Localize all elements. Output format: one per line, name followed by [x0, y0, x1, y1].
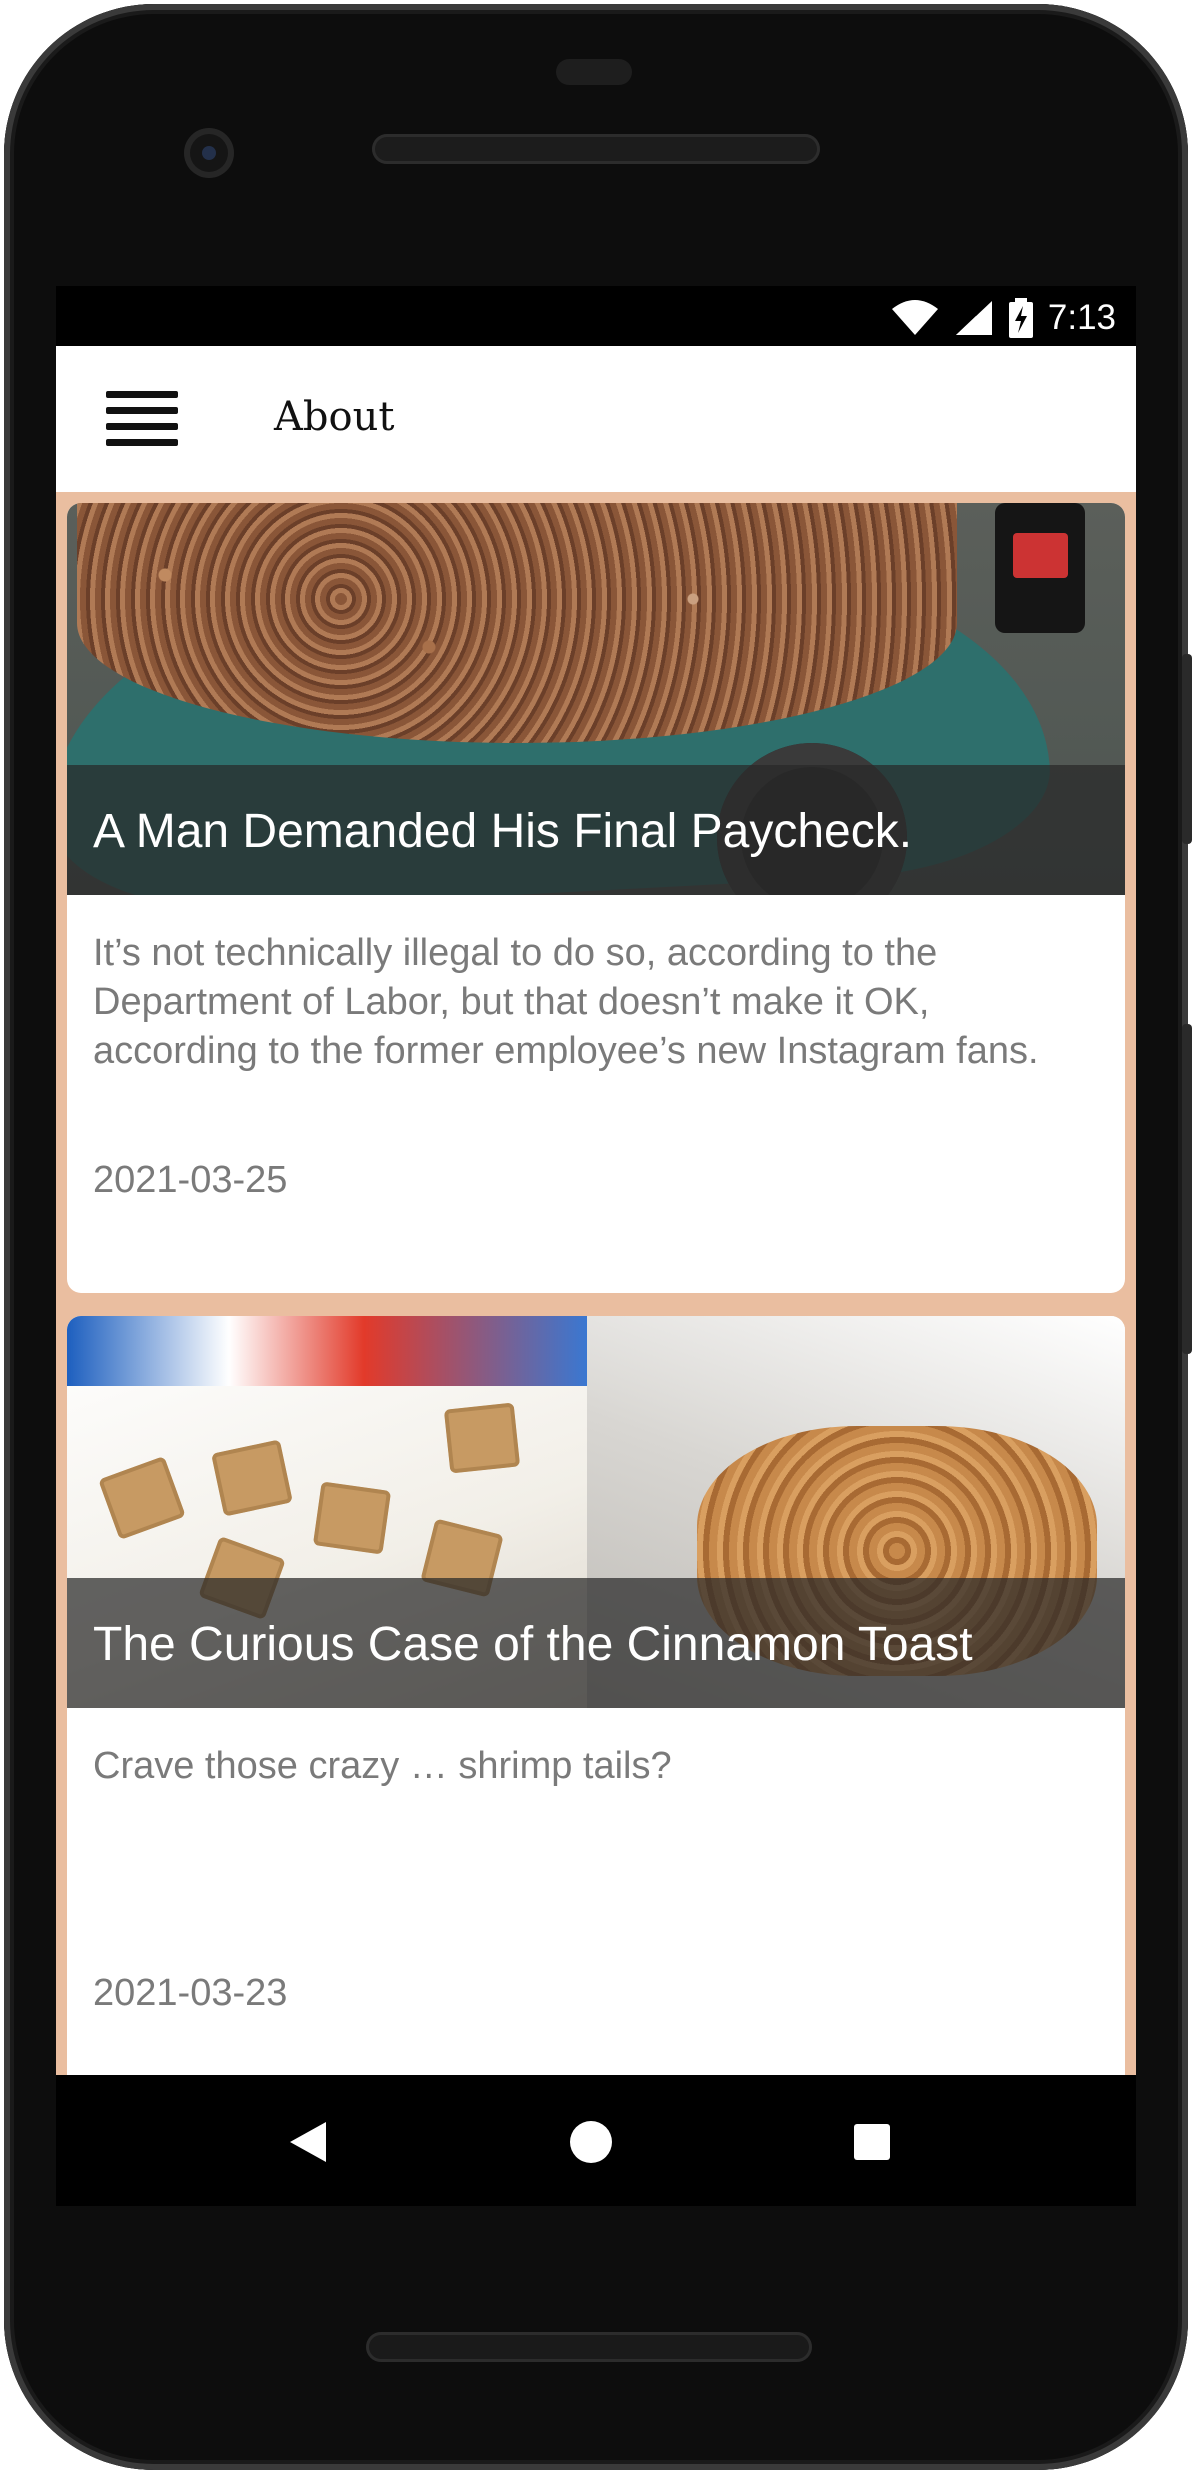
- screen: 7:13 About A Man Demanded His Final Payc…: [56, 286, 1136, 2206]
- article-card[interactable]: A Man Demanded His Final Paycheck. It’s …: [67, 503, 1125, 1293]
- bottle-illustration: [995, 503, 1085, 633]
- hamburger-line: [106, 439, 178, 446]
- hamburger-menu-icon: [106, 391, 178, 398]
- navigation-bar: [56, 2075, 1136, 2206]
- volume-button: [1182, 654, 1192, 844]
- article-description: Crave those crazy … shrimp tails?: [93, 1745, 672, 1787]
- earpiece: [556, 59, 632, 85]
- article-date: 2021-03-25: [93, 1159, 288, 1201]
- title-overlay: A Man Demanded His Final Paycheck.: [67, 765, 1125, 895]
- article-list[interactable]: A Man Demanded His Final Paycheck. It’s …: [56, 492, 1136, 2075]
- page-title: About: [274, 394, 395, 440]
- status-time: 7:13: [1047, 298, 1116, 337]
- article-image: The Curious Case of the Cinnamon Toast: [67, 1316, 1125, 1708]
- cereal-square: [443, 1402, 521, 1474]
- phone-frame: 7:13 About A Man Demanded His Final Payc…: [4, 4, 1192, 2470]
- front-camera: [184, 128, 234, 178]
- cereal-box-logo-band: [67, 1316, 607, 1386]
- article-card[interactable]: The Curious Case of the Cinnamon Toast C…: [67, 1316, 1125, 2075]
- menu-button[interactable]: [106, 391, 178, 447]
- wifi-icon: [891, 300, 938, 335]
- title-overlay: The Curious Case of the Cinnamon Toast: [67, 1578, 1125, 1708]
- cereal-square: [211, 1439, 293, 1517]
- article-image: A Man Demanded His Final Paycheck.: [67, 503, 1125, 895]
- signal-icon: [955, 301, 992, 335]
- article-description: It’s not technically illegal to do so, a…: [93, 932, 1039, 1072]
- home-circle-icon[interactable]: [568, 2119, 614, 2165]
- top-speaker: [372, 134, 820, 164]
- status-bar: 7:13: [56, 286, 1136, 346]
- recents-square-icon[interactable]: [852, 2122, 892, 2162]
- hamburger-line: [106, 407, 178, 414]
- battery-charging-icon: [1008, 298, 1033, 338]
- article-title: The Curious Case of the Cinnamon Toast: [93, 1618, 973, 1671]
- article-title: A Man Demanded His Final Paycheck.: [93, 805, 913, 858]
- power-button: [1182, 1024, 1192, 1354]
- cereal-square: [98, 1455, 186, 1541]
- back-triangle-icon[interactable]: [286, 2120, 330, 2164]
- bottom-speaker: [366, 2332, 812, 2362]
- pennies-illustration: [77, 503, 957, 743]
- app-bar: About: [56, 346, 1136, 493]
- hamburger-line: [106, 423, 178, 430]
- article-date: 2021-03-23: [93, 1972, 288, 2014]
- status-icons: 7:13: [890, 296, 1116, 340]
- cereal-square: [312, 1481, 392, 1555]
